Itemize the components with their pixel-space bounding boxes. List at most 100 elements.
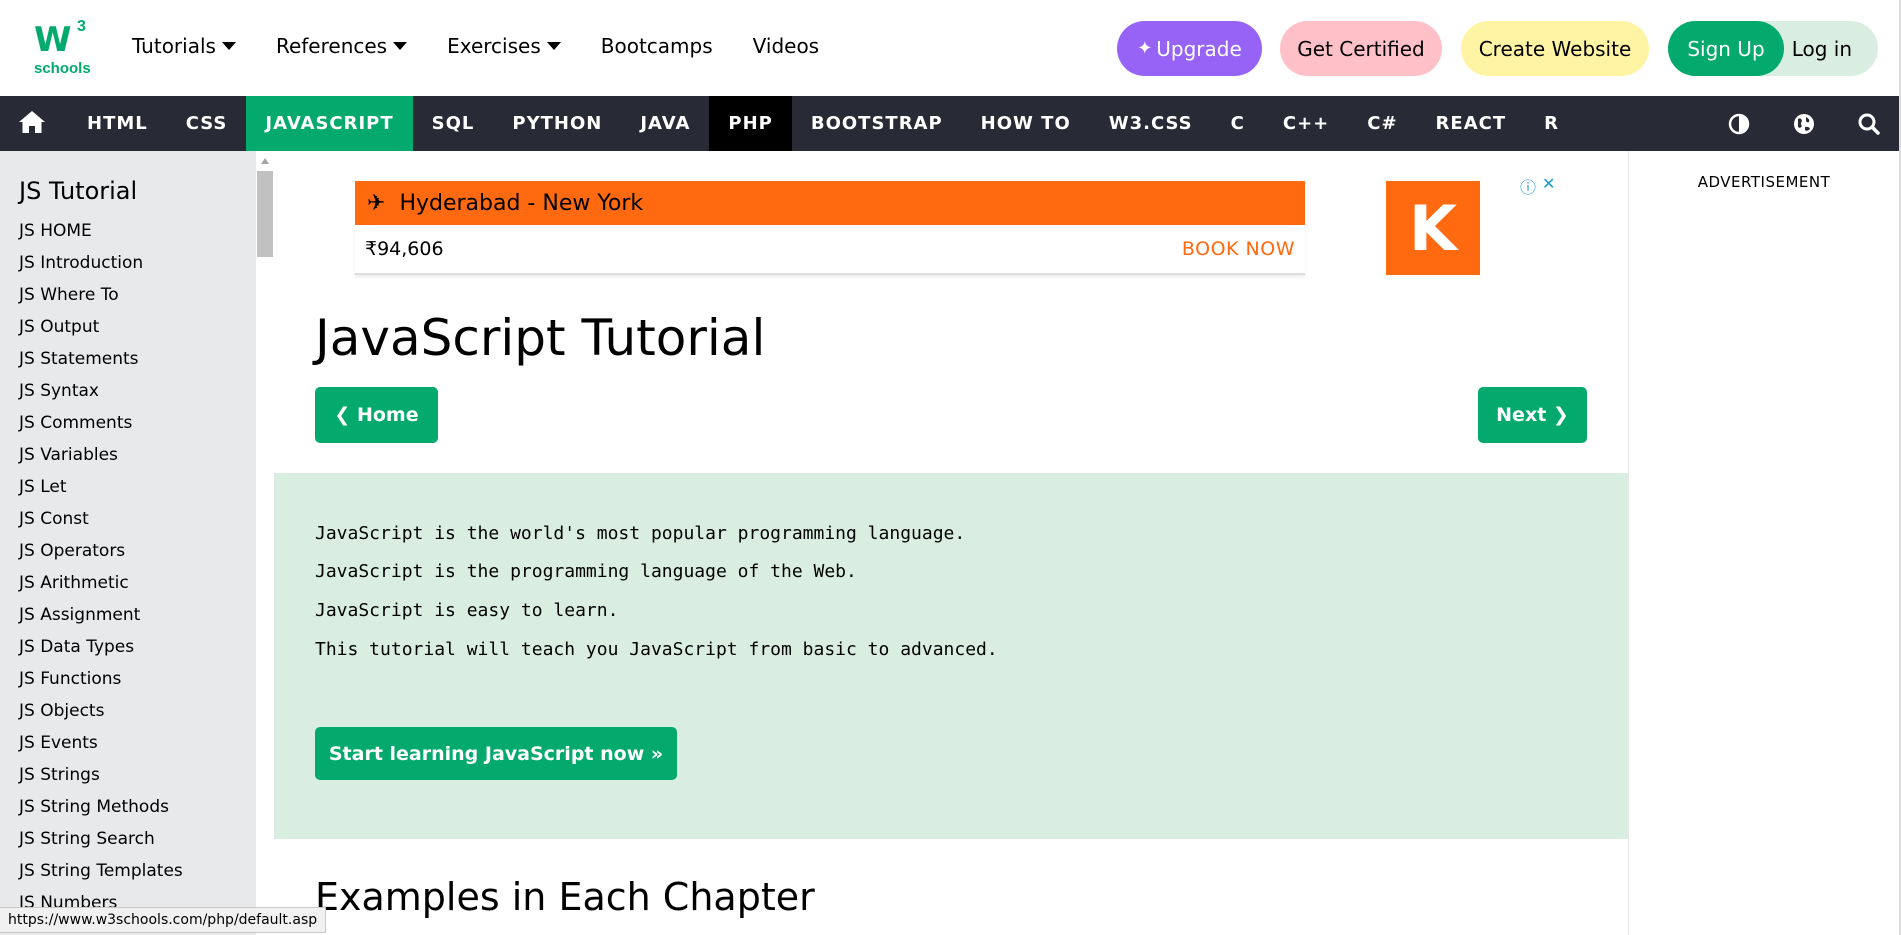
sidebar-item[interactable]: JS String Search [0, 823, 256, 855]
ad-close-icon[interactable]: ✕ [1542, 174, 1555, 198]
subject-python[interactable]: PYTHON [493, 96, 621, 151]
subject-java[interactable]: JAVA [621, 96, 709, 151]
start-learning-button[interactable]: Start learning JavaScript now » [315, 727, 677, 780]
subject-csharp[interactable]: C# [1348, 96, 1416, 151]
sign-up-button[interactable]: Sign Up [1668, 21, 1784, 76]
section-heading: Examples in Each Chapter [315, 875, 815, 919]
sidebar-item[interactable]: JS Functions [0, 663, 256, 695]
right-ad-column: ADVERTISEMENT [1628, 151, 1901, 935]
sidebar-item[interactable]: JS Assignment [0, 599, 256, 631]
subnav-icons [1706, 96, 1901, 151]
sidebar-item[interactable]: JS Statements [0, 343, 256, 375]
nav-tutorials-label: Tutorials [132, 34, 216, 58]
sidebar-item[interactable]: JS Let [0, 471, 256, 503]
chevron-right-icon: ❯ [1546, 404, 1569, 426]
subject-php[interactable]: PHP [709, 96, 792, 151]
subject-r[interactable]: R [1525, 96, 1578, 151]
page-title: JavaScript Tutorial [315, 309, 766, 367]
dark-mode-toggle[interactable] [1706, 96, 1771, 151]
next-button[interactable]: Next ❯ [1478, 387, 1587, 443]
subject-c[interactable]: C [1212, 96, 1264, 151]
subject-how-to[interactable]: HOW TO [962, 96, 1090, 151]
nav-bootcamps-label: Bootcamps [600, 34, 713, 58]
sidebar-item[interactable]: JS Variables [0, 439, 256, 471]
flight-ad[interactable]: ✈ Hyderabad - New York ₹94,606 BOOK NOW [355, 181, 1305, 275]
sidebar-item[interactable]: JS Events [0, 727, 256, 759]
sidebar-item[interactable]: JS HOME [0, 215, 256, 247]
subject-javascript[interactable]: JAVASCRIPT [246, 96, 413, 151]
sidebar-list: JS HOME JS Introduction JS Where To JS Outp… [0, 215, 256, 919]
scroll-up-arrow-icon[interactable] [261, 158, 269, 164]
intro-line-3: JavaScript is easy to learn. [315, 600, 619, 621]
sidebar-item[interactable]: JS Strings [0, 759, 256, 791]
subject-w3css[interactable]: W3.CSS [1090, 96, 1212, 151]
ad-brand-logo[interactable]: K [1386, 181, 1480, 275]
subject-links: HTML CSS JAVASCRIPT SQL PYTHON JAVA PHP … [68, 96, 1578, 151]
ad-route: Hyderabad - New York [399, 190, 644, 216]
intro-line-2: JavaScript is the programming language o… [315, 561, 857, 582]
sidebar-item[interactable]: JS String Methods [0, 791, 256, 823]
sidebar-item[interactable]: JS Where To [0, 279, 256, 311]
search-button[interactable] [1836, 96, 1901, 151]
caret-down-icon [221, 42, 236, 50]
sidebar-scrollbar[interactable] [256, 151, 274, 935]
top-nav: Tutorials References Exercises Bootcamps… [132, 34, 859, 58]
create-website-button[interactable]: Create Website [1461, 21, 1649, 76]
nav-exercises-label: Exercises [447, 34, 541, 58]
home-button[interactable]: ❮ Home [315, 387, 438, 443]
sidebar-item[interactable]: JS Const [0, 503, 256, 535]
upgrade-label: Upgrade [1156, 36, 1242, 61]
get-certified-button[interactable]: Get Certified [1280, 21, 1442, 76]
subject-css[interactable]: CSS [167, 96, 247, 151]
nav-references[interactable]: References [275, 34, 408, 58]
sidebar-item[interactable]: JS Syntax [0, 375, 256, 407]
scrollbar-thumb[interactable] [257, 171, 273, 257]
ad-route-bar: ✈ Hyderabad - New York [355, 181, 1305, 225]
sidebar-item[interactable]: JS Objects [0, 695, 256, 727]
sidebar-heading: JS Tutorial [19, 177, 138, 205]
subject-nav-bar: HTML CSS JAVASCRIPT SQL PYTHON JAVA PHP … [0, 96, 1901, 151]
link-status-url: https://www.w3schools.com/php/default.as… [0, 907, 327, 933]
subject-bootstrap[interactable]: BOOTSTRAP [792, 96, 962, 151]
sidebar: JS Tutorial JS HOME JS Introduction JS Whe… [0, 151, 256, 935]
w3schools-logo[interactable]: W 3 schools [30, 18, 94, 78]
ad-controls: ⓘ ✕ [1520, 174, 1555, 198]
translate-button[interactable] [1771, 96, 1836, 151]
nav-bootcamps[interactable]: Bootcamps [601, 34, 713, 58]
sidebar-item[interactable]: JS Introduction [0, 247, 256, 279]
sidebar-item[interactable]: JS String Templates [0, 855, 256, 887]
caret-down-icon [393, 42, 408, 50]
nav-videos-label: Videos [752, 34, 820, 58]
subject-cpp[interactable]: C++ [1264, 96, 1348, 151]
main-content: ✈ Hyderabad - New York ₹94,606 BOOK NOW … [274, 151, 1628, 935]
caret-down-icon [546, 42, 561, 50]
home-icon[interactable] [18, 109, 46, 135]
sidebar-item[interactable]: JS Data Types [0, 631, 256, 663]
airplane-icon: ✈ [367, 190, 386, 216]
nav-exercises[interactable]: Exercises [447, 34, 561, 58]
sidebar-item[interactable]: JS Comments [0, 407, 256, 439]
nav-tutorials[interactable]: Tutorials [132, 34, 236, 58]
sidebar-item[interactable]: JS Operators [0, 535, 256, 567]
advertisement-label: ADVERTISEMENT [1697, 173, 1831, 191]
top-header: W 3 schools Tutorials References Exercis… [0, 0, 1901, 96]
intro-line-4: This tutorial will teach you JavaScript … [315, 639, 998, 660]
sidebar-item[interactable]: JS Arithmetic [0, 567, 256, 599]
logo-word: schools [34, 60, 91, 77]
subject-react[interactable]: REACT [1417, 96, 1526, 151]
subject-sql[interactable]: SQL [413, 96, 494, 151]
upgrade-button[interactable]: ✦ Upgrade [1117, 21, 1262, 76]
ad-info-icon[interactable]: ⓘ [1520, 174, 1536, 198]
sidebar-item[interactable]: JS Output [0, 311, 256, 343]
logo-superscript: 3 [77, 18, 86, 35]
intro-panel: JavaScript is the world's most popular p… [274, 473, 1628, 839]
subject-html[interactable]: HTML [68, 96, 167, 151]
home-button-label: Home [356, 404, 419, 426]
ad-book-now[interactable]: BOOK NOW [1182, 238, 1295, 260]
next-button-label: Next [1496, 404, 1547, 426]
chevron-left-icon: ❮ [334, 404, 357, 426]
nav-references-label: References [275, 34, 388, 58]
sparkle-icon: ✦ [1137, 38, 1153, 59]
nav-videos[interactable]: Videos [753, 34, 819, 58]
globe-icon [1793, 113, 1814, 134]
